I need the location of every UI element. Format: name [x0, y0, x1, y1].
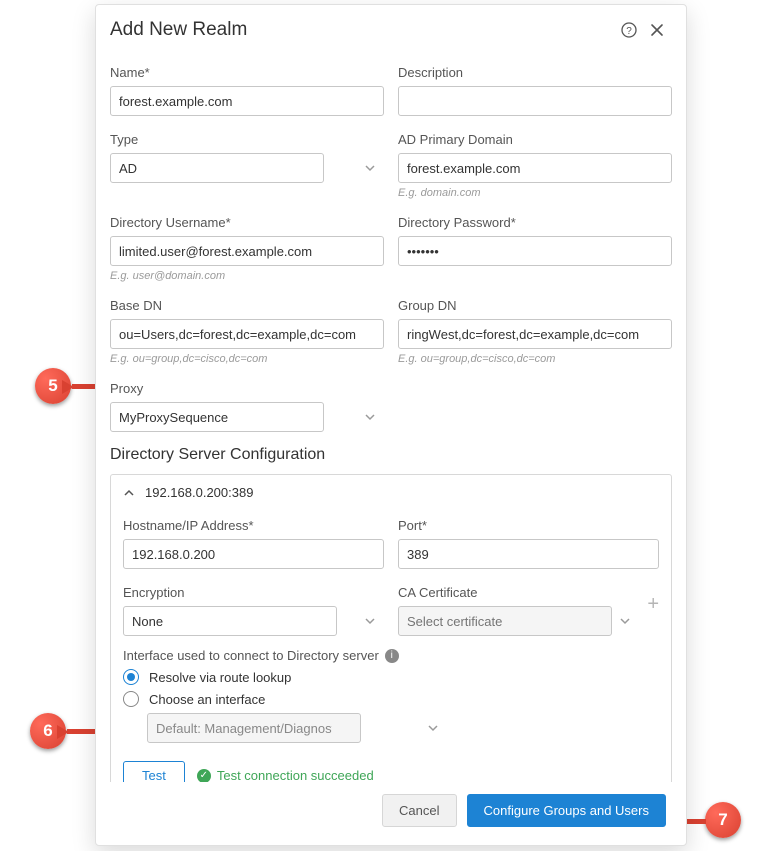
add-new-realm-modal: Add New Realm ? Name* Description — [95, 4, 687, 846]
radio-choose-interface[interactable]: Choose an interface — [123, 691, 659, 707]
directory-username-input[interactable] — [110, 236, 384, 266]
interface-label: Interface used to connect to Directory s… — [123, 648, 379, 663]
group-dn-input[interactable] — [398, 319, 672, 349]
base-dn-input[interactable] — [110, 319, 384, 349]
radio-resolve-route[interactable]: Resolve via route lookup — [123, 669, 659, 685]
cancel-button[interactable]: Cancel — [382, 794, 456, 827]
directory-server-config-title: Directory Server Configuration — [110, 446, 672, 464]
check-icon: ✓ — [197, 769, 211, 783]
ad-primary-domain-hint: E.g. domain.com — [398, 187, 672, 199]
name-label: Name* — [110, 65, 384, 80]
directory-password-input[interactable] — [398, 236, 672, 266]
description-label: Description — [398, 65, 672, 80]
ca-certificate-label: CA Certificate — [398, 585, 639, 600]
radio-icon — [123, 669, 139, 685]
radio-choose-label: Choose an interface — [149, 692, 265, 707]
directory-password-label: Directory Password* — [398, 215, 672, 230]
svg-text:?: ? — [626, 26, 632, 37]
chevron-up-icon[interactable] — [123, 487, 135, 499]
port-label: Port* — [398, 518, 659, 533]
group-dn-label: Group DN — [398, 298, 672, 313]
hostname-input[interactable] — [123, 539, 384, 569]
ad-primary-domain-input[interactable] — [398, 153, 672, 183]
info-icon[interactable]: i — [385, 649, 399, 663]
test-button[interactable]: Test — [123, 761, 185, 782]
chevron-down-icon — [364, 615, 376, 627]
proxy-select[interactable] — [110, 402, 324, 432]
annotation-callout-7: 7 — [705, 802, 741, 838]
test-result-text: Test connection succeeded — [217, 768, 374, 782]
description-input[interactable] — [398, 86, 672, 116]
close-icon[interactable] — [648, 21, 666, 39]
radio-icon — [123, 691, 139, 707]
port-input[interactable] — [398, 539, 659, 569]
type-select[interactable] — [110, 153, 324, 183]
type-label: Type — [110, 132, 384, 147]
group-dn-hint: E.g. ou=group,dc=cisco,dc=com — [398, 353, 672, 365]
chevron-down-icon — [364, 162, 376, 174]
hostname-label: Hostname/IP Address* — [123, 518, 384, 533]
encryption-select[interactable] — [123, 606, 337, 636]
help-icon[interactable]: ? — [620, 21, 638, 39]
directory-server-panel: 192.168.0.200:389 Hostname/IP Address* P… — [110, 474, 672, 782]
chevron-down-icon — [619, 615, 631, 627]
configure-groups-users-button[interactable]: Configure Groups and Users — [467, 794, 666, 827]
directory-username-hint: E.g. user@domain.com — [110, 270, 384, 282]
ca-certificate-select[interactable] — [398, 606, 612, 636]
proxy-label: Proxy — [110, 381, 384, 396]
encryption-label: Encryption — [123, 585, 384, 600]
chevron-down-icon — [427, 722, 439, 734]
ad-primary-domain-label: AD Primary Domain — [398, 132, 672, 147]
server-address: 192.168.0.200:389 — [145, 485, 253, 500]
base-dn-label: Base DN — [110, 298, 384, 313]
add-certificate-icon[interactable]: + — [647, 593, 659, 616]
base-dn-hint: E.g. ou=group,dc=cisco,dc=com — [110, 353, 384, 365]
directory-username-label: Directory Username* — [110, 215, 384, 230]
interface-select[interactable] — [147, 713, 361, 743]
chevron-down-icon — [364, 411, 376, 423]
radio-resolve-label: Resolve via route lookup — [149, 670, 291, 685]
modal-title: Add New Realm — [110, 19, 610, 41]
name-input[interactable] — [110, 86, 384, 116]
